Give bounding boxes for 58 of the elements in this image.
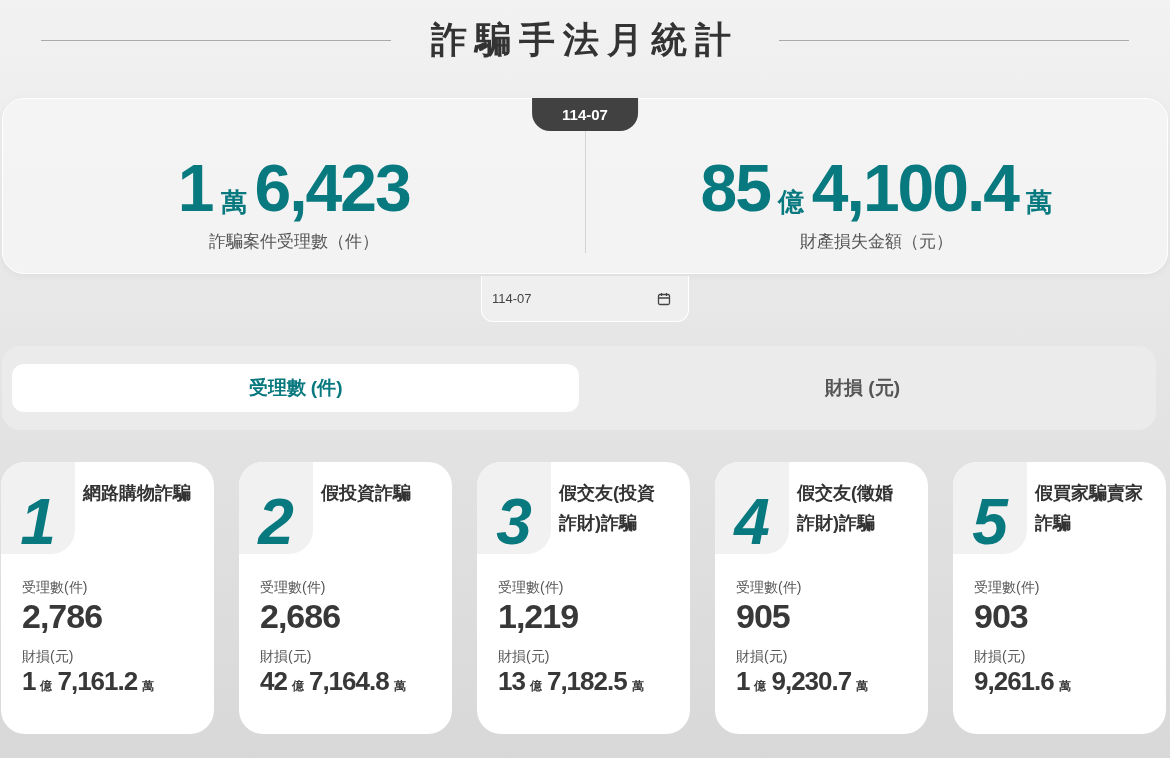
count-value: 1,219 [497, 597, 580, 636]
loss-number: 9,230.7 [771, 666, 852, 697]
loss-label: 財損(元) [973, 648, 1027, 666]
loss-label: 財損(元) [497, 648, 551, 666]
count-value: 2,686 [259, 597, 342, 636]
loss-number: 9,261.6 [974, 666, 1054, 697]
loss-number: 42 [260, 666, 287, 697]
unit-label: 萬 [1026, 185, 1053, 219]
calendar-icon [657, 292, 671, 306]
loss-label: 財損(元) [735, 648, 789, 666]
tab[interactable]: 財損 (元) [579, 364, 1146, 412]
rank-number: 1 [1, 462, 75, 554]
scam-type-name: 假交友(投資詐財)詐騙 [557, 482, 656, 535]
stat-number: 1 [177, 149, 213, 226]
unit-label: 萬 [1058, 678, 1071, 695]
count-label: 受理數(件) [973, 579, 1041, 597]
unit-label: 億 [291, 678, 304, 695]
loss-label: 財損(元) [21, 648, 75, 666]
count-label: 受理數(件) [21, 579, 89, 597]
count-label: 受理數(件) [735, 579, 803, 597]
date-field[interactable]: 114-07 [481, 276, 689, 322]
count-label: 受理數(件) [259, 579, 327, 597]
loss-number: 1 [736, 666, 750, 697]
loss-number: 13 [498, 666, 525, 697]
rank-number: 5 [953, 462, 1027, 554]
unit-label: 萬 [393, 678, 406, 695]
scam-type-name: 假投資詐騙 [319, 482, 412, 505]
stat-number: 6,423 [254, 149, 410, 226]
scam-type-name: 假買家騙賣家詐騙 [1033, 482, 1144, 535]
unit-label: 億 [529, 678, 542, 695]
rank-number: 4 [715, 462, 789, 554]
count-value: 2,786 [21, 597, 104, 636]
count-label: 受理數(件) [497, 579, 565, 597]
unit-label: 億 [777, 185, 804, 219]
stat-label: 財產損失金額（元） [799, 230, 953, 253]
loss-label: 財損(元) [259, 648, 313, 666]
unit-label: 萬 [856, 678, 869, 695]
month-badge: 114-07 [532, 98, 638, 131]
loss-number: 7,164.8 [308, 666, 389, 697]
unit-label: 億 [40, 678, 53, 695]
count-value: 903 [973, 597, 1029, 636]
unit-label: 億 [754, 678, 767, 695]
stat-number: 4,100.4 [811, 149, 1019, 226]
stat-number: 85 [700, 149, 770, 226]
scam-type-name: 假交友(徵婚詐財)詐騙 [795, 482, 894, 535]
scam-type-name: 網路購物詐騙 [81, 482, 192, 505]
unit-label: 萬 [631, 678, 644, 695]
loss-number: 1 [22, 666, 36, 697]
loss-number: 7,161.2 [57, 666, 138, 697]
count-value: 905 [735, 597, 791, 636]
stat-label: 詐騙案件受理數（件） [208, 230, 379, 253]
page-title: 詐騙手法月統計 [431, 17, 739, 62]
rank-number: 2 [239, 462, 313, 554]
unit-label: 萬 [220, 185, 247, 219]
loss-number: 7,182.5 [546, 666, 627, 697]
unit-label: 萬 [142, 678, 155, 695]
tab[interactable]: 受理數 (件) [12, 364, 579, 412]
rank-number: 3 [477, 462, 551, 554]
